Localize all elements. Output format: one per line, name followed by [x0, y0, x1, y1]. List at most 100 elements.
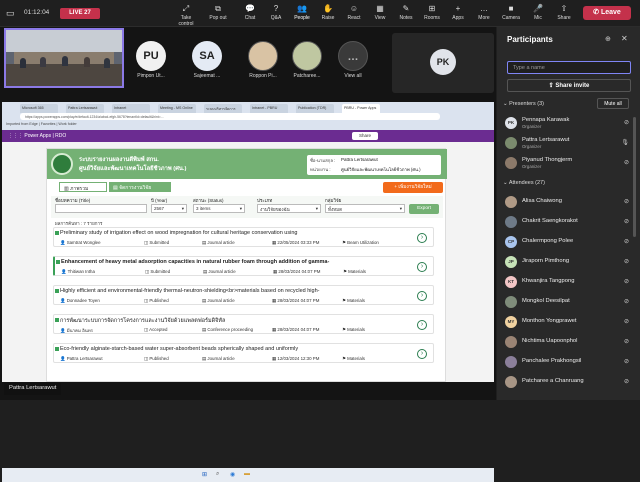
browser-tab[interactable]: Pattra Lertsarawut — [66, 104, 104, 113]
chevron-right-icon[interactable]: › — [417, 349, 427, 359]
browser-tab[interactable]: Microsoft 365 — [20, 104, 58, 113]
share-invite-button[interactable]: ⇪ Share invite — [507, 79, 631, 92]
mic-button[interactable]: 🎤 Mic — [525, 3, 551, 21]
windows-start-icon[interactable]: ⊞ — [202, 471, 207, 478]
chevron-right-icon[interactable]: › — [417, 262, 427, 272]
share-icon: ⇧ — [560, 4, 568, 13]
participant-row[interactable]: Pattra Lertsarawut Organizer 🎙 — [505, 135, 635, 151]
address-bar[interactable]: https://apps.powerapps.com/play/e/defaul… — [20, 113, 440, 120]
participant-tile[interactable]: Patcharee... — [284, 33, 330, 93]
browser-tab[interactable]: PBRU - Power Apps — [342, 104, 380, 113]
people-button[interactable]: 👥 People — [289, 3, 315, 21]
camera-button[interactable]: ■ Camera — [498, 3, 524, 21]
folder-icon[interactable]: ▬ — [244, 471, 250, 477]
table-row[interactable]: การพัฒนาระบบการจัดการโครงการและงานวิจัยด… — [53, 314, 434, 334]
take-control-button[interactable]: ⤢ Take control — [173, 3, 199, 27]
search-input[interactable]: Type a name — [507, 61, 631, 74]
participant-tile[interactable]: … View all — [330, 33, 376, 93]
browser-tab[interactable]: Intranet — [112, 104, 150, 113]
room-video-tile[interactable] — [4, 28, 124, 88]
chat-button[interactable]: 💬 Chat — [237, 3, 263, 21]
leave-button[interactable]: ✆ Leave — [583, 6, 631, 20]
browser-tab[interactable]: ระบบบริหารจัดการ — [204, 104, 242, 113]
view-button[interactable]: ▦ View — [367, 3, 393, 21]
search-icon[interactable]: ⌕ — [216, 471, 219, 478]
table-row[interactable]: Eco-friendly alginate-starch-based water… — [53, 343, 434, 363]
chevron-right-icon[interactable]: › — [417, 233, 427, 243]
title-input[interactable] — [55, 204, 147, 213]
chevron-right-icon[interactable]: › — [417, 291, 427, 301]
table-row[interactable]: Preliminary study of irrigation effect o… — [53, 227, 434, 247]
participant-row[interactable]: JP Jiraporn Pimthong ⊘ — [505, 254, 635, 270]
participant-row[interactable]: PK Pennapa Karawak Organizer ⊘ — [505, 115, 635, 131]
close-icon[interactable]: ✕ — [621, 34, 628, 43]
share-app-button[interactable]: Share — [352, 132, 378, 140]
browser-tab[interactable]: Intranet - PBRU — [250, 104, 288, 113]
status-marker-icon — [56, 260, 60, 264]
chevron-right-icon[interactable]: › — [417, 320, 427, 330]
row-status: ◫ Submitted — [145, 269, 170, 275]
participant-row[interactable]: Alisa Chaiwong ⊘ — [505, 194, 635, 210]
year-select[interactable]: 2567 ▾ — [151, 204, 187, 213]
participant-role: Organizer — [522, 124, 542, 129]
react-icon: ☺ — [349, 4, 359, 13]
presenters-header[interactable]: ⌄ Presenters (3) — [503, 101, 544, 107]
browser-tab[interactable]: Publication (TDR) — [296, 104, 334, 113]
export-button[interactable]: Export — [409, 204, 439, 214]
participant-row[interactable]: Chakrit Saengkorakot ⊘ — [505, 214, 635, 230]
people-icon: 👥 — [297, 4, 307, 13]
table-row[interactable]: Enhancement of heavy metal adsorption ca… — [53, 256, 434, 276]
participant-tile[interactable]: SA Sajeemat ... — [184, 33, 230, 93]
add-research-button[interactable]: + เพิ่มงานวิจัยใหม่ — [383, 182, 443, 193]
participant-tile[interactable]: Roppon Pi... — [240, 33, 286, 93]
participant-name: Jiraporn Pimthong — [522, 258, 570, 264]
row-type: ▤ Journal article — [203, 269, 236, 275]
user-info-card: ชื่อ-นามสกุล : Pattra Lertsarawut หน่วยง… — [307, 155, 441, 175]
participant-row[interactable]: Panchalee Prakhongsil ⊘ — [505, 354, 635, 370]
participant-row[interactable]: Patcharee a Chanruang ⊘ — [505, 374, 635, 390]
browser-tab[interactable]: Meeting - MS Online — [158, 104, 196, 113]
participant-row[interactable]: Nichtima Uapoonphol ⊘ — [505, 334, 635, 350]
presenter-label: Pattra Lertsarawut — [4, 383, 62, 395]
chevron-down-icon: ▾ — [399, 206, 402, 211]
row-date-text: 28/03/2024 04:07 PM — [278, 269, 321, 274]
participant-row[interactable]: CP Chalermpong Polee ⊘ — [505, 234, 635, 250]
participant-row[interactable]: Piyanud Thongjerm Organizer ⊘ — [505, 155, 635, 171]
pop-out-button[interactable]: ⧉ Pop out — [205, 3, 231, 21]
attendees-header[interactable]: ⌄ Attendees (27) — [503, 180, 545, 186]
status-marker-icon — [55, 289, 59, 293]
group-select[interactable]: ทั้งหมด ▾ — [325, 204, 405, 213]
row-author: 👤 Samtrat Wonglee — [60, 240, 101, 246]
row-category: ⚑ Beam Utilization — [342, 240, 379, 246]
raise-button[interactable]: ✋ Raise — [315, 3, 341, 21]
participant-row[interactable]: Mongkol Deesilpat ⊘ — [505, 294, 635, 310]
table-row[interactable]: Highly efficient and environmental-frien… — [53, 285, 434, 305]
waffle-icon[interactable]: ⋮⋮⋮ — [8, 133, 24, 139]
q-a-button[interactable]: ? Q&A — [263, 3, 289, 21]
scrollbar[interactable] — [633, 117, 636, 237]
edge-icon[interactable]: ◉ — [230, 471, 235, 478]
status-select[interactable]: 3 items ▾ — [193, 204, 245, 213]
person-icon: 👤 — [60, 298, 67, 303]
mute-all-button[interactable]: Mute all — [597, 98, 629, 109]
notes-button[interactable]: ✎ Notes — [393, 3, 419, 21]
participant-name: Pennapa Karawak — [522, 117, 570, 123]
row-category-text: Materials — [347, 356, 365, 361]
participant-row[interactable]: KT Khwanjira Tangpong ⊘ — [505, 274, 635, 290]
share-button[interactable]: ⇧ Share — [551, 3, 577, 21]
participant-tile[interactable]: PU Pimpon Ut... — [128, 33, 174, 93]
rooms-button[interactable]: ⊞ Rooms — [419, 3, 445, 21]
person-icon: 👤 — [60, 328, 67, 333]
react-button[interactable]: ☺ React — [341, 3, 367, 21]
participant-row[interactable]: MY Monthon Yongprawet ⊘ — [505, 314, 635, 330]
add-people-icon[interactable]: ⊕ — [605, 35, 611, 43]
row-date-text: 28/03/2024 04:07 PM — [277, 298, 320, 303]
tile-name: Roppon Pi... — [249, 73, 277, 79]
row-status-text: Published — [149, 356, 169, 361]
participant-tile-pk[interactable]: PK — [392, 33, 494, 93]
tab-overview[interactable]: ▥ ภาพรวม — [59, 182, 107, 192]
more-button[interactable]: … More — [471, 3, 497, 21]
apps-button[interactable]: + Apps — [445, 3, 471, 21]
type-select[interactable]: งานวิจัยของฉัน ▾ — [257, 204, 321, 213]
tab-manage[interactable]: ▤ จัดการงานวิจัย — [109, 182, 171, 192]
